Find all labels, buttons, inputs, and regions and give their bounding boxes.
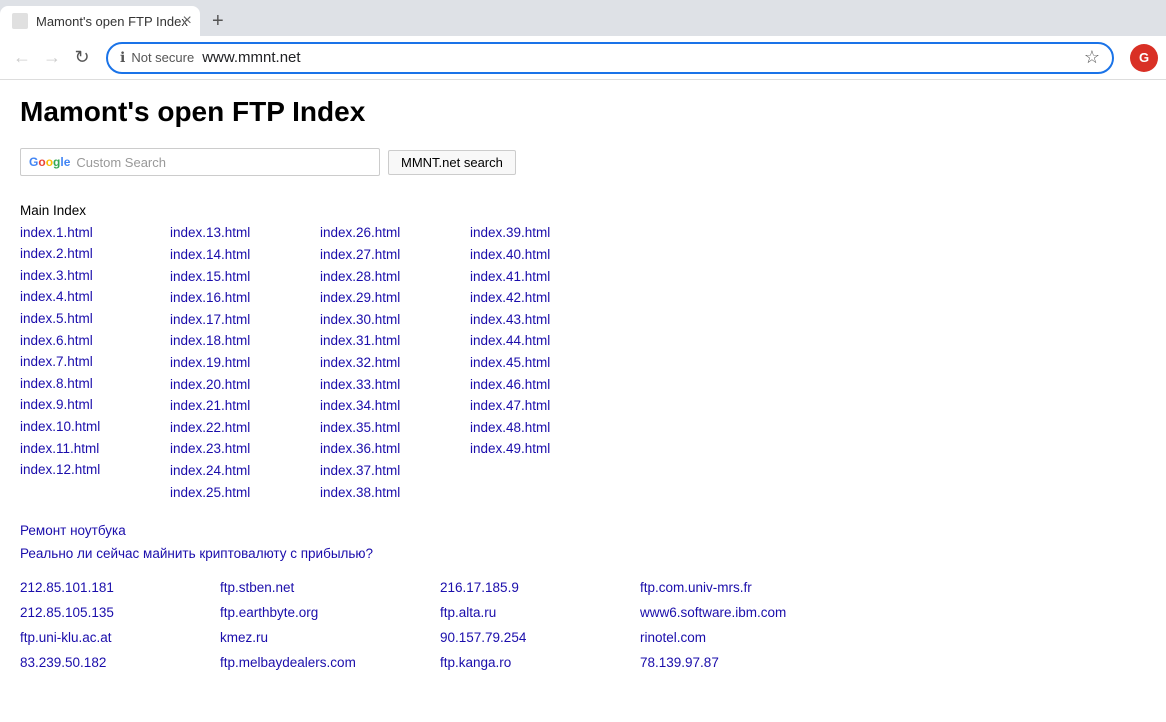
list-item[interactable]: index.2.html — [20, 246, 93, 261]
list-item[interactable]: index.46.html — [470, 377, 550, 392]
address-text: www.mmnt.net — [202, 49, 300, 66]
browser-window: Mamont's open FTP Index × + ← → ↻ ℹ Not … — [0, 0, 1166, 691]
list-item[interactable]: index.44.html — [470, 333, 550, 348]
list-item[interactable]: index.33.html — [320, 377, 400, 392]
list-item[interactable]: index.19.html — [170, 355, 250, 370]
list-item[interactable]: index.9.html — [20, 397, 93, 412]
list-item[interactable]: index.4.html — [20, 289, 93, 304]
list-item[interactable]: index.14.html — [170, 247, 250, 262]
ftp-link[interactable]: ftp.kanga.ro — [440, 652, 640, 675]
index-grid: Main Index index.1.html index.2.html ind… — [20, 200, 1146, 503]
search-button[interactable]: MMNT.net search — [388, 150, 516, 175]
ftp-link[interactable]: www6.software.ibm.com — [640, 602, 920, 625]
nav-bar: ← → ↻ ℹ Not secure www.mmnt.net ☆ G — [0, 36, 1166, 80]
list-item[interactable]: index.37.html — [320, 463, 400, 478]
list-item[interactable]: index.38.html — [320, 485, 400, 500]
list-item[interactable]: index.25.html — [170, 485, 250, 500]
page-title: Mamont's open FTP Index — [20, 96, 1146, 128]
profile-initial: G — [1139, 50, 1149, 65]
forward-button[interactable]: → — [38, 44, 66, 72]
ftp-link[interactable]: ftp.earthbyte.org — [220, 602, 440, 625]
list-item[interactable]: index.21.html — [170, 398, 250, 413]
list-item[interactable]: index.11.html — [20, 441, 99, 456]
list-item[interactable]: index.36.html — [320, 441, 400, 456]
list-item[interactable]: index.16.html — [170, 290, 250, 305]
ftp-link[interactable]: rinotel.com — [640, 627, 920, 650]
list-item[interactable]: index.41.html — [470, 269, 550, 284]
list-item[interactable]: index.23.html — [170, 441, 250, 456]
list-item[interactable]: index.48.html — [470, 420, 550, 435]
new-tab-button[interactable]: + — [204, 7, 232, 35]
list-item[interactable]: index.29.html — [320, 290, 400, 305]
google-logo: Google — [29, 155, 70, 169]
list-item[interactable]: index.26.html — [320, 225, 400, 240]
back-button[interactable]: ← — [8, 44, 36, 72]
list-item[interactable]: index.30.html — [320, 312, 400, 327]
tab-favicon — [12, 13, 28, 29]
list-item[interactable]: index.12.html — [20, 462, 100, 477]
promo-link-1[interactable]: Ремонт ноутбука — [20, 523, 1146, 538]
ftp-link[interactable]: 216.17.185.9 — [440, 577, 640, 600]
ftp-link[interactable]: ftp.melbaydealers.com — [220, 652, 440, 675]
list-item[interactable]: index.18.html — [170, 333, 250, 348]
list-item[interactable]: index.34.html — [320, 398, 400, 413]
list-item[interactable]: index.49.html — [470, 441, 550, 456]
list-item[interactable]: index.27.html — [320, 247, 400, 262]
list-item[interactable]: index.40.html — [470, 247, 550, 262]
list-item[interactable]: index.10.html — [20, 419, 100, 434]
tab-close-button[interactable]: × — [182, 12, 191, 30]
list-item[interactable]: index.31.html — [320, 333, 400, 348]
main-index-label: Main Index — [20, 200, 170, 222]
list-item[interactable]: index.45.html — [470, 355, 550, 370]
list-item[interactable]: index.35.html — [320, 420, 400, 435]
ftp-link[interactable]: 78.139.97.87 — [640, 652, 920, 675]
search-area: Google Custom Search MMNT.net search — [20, 148, 1146, 176]
not-secure-label: Not secure — [131, 50, 194, 65]
list-item[interactable]: index.7.html — [20, 354, 93, 369]
active-tab[interactable]: Mamont's open FTP Index × — [0, 6, 200, 36]
info-icon: ℹ — [120, 49, 125, 66]
list-item[interactable]: index.43.html — [470, 312, 550, 327]
tab-title: Mamont's open FTP Index — [36, 14, 188, 29]
bookmark-icon[interactable]: ☆ — [1084, 47, 1100, 68]
list-item[interactable]: index.17.html — [170, 312, 250, 327]
list-item[interactable]: index.15.html — [170, 269, 250, 284]
search-input[interactable]: Custom Search — [76, 155, 166, 170]
ftp-link[interactable]: ftp.com.univ-mrs.fr — [640, 577, 920, 600]
list-item[interactable]: index.13.html — [170, 225, 250, 240]
ftp-link[interactable]: ftp.uni-klu.ac.at — [20, 627, 220, 650]
ftp-link[interactable]: ftp.stben.net — [220, 577, 440, 600]
ftp-grid: 212.85.101.181 ftp.stben.net 216.17.185.… — [20, 577, 1146, 675]
list-item[interactable]: index.5.html — [20, 311, 93, 326]
list-item[interactable]: index.42.html — [470, 290, 550, 305]
google-search-box[interactable]: Google Custom Search — [20, 148, 380, 176]
list-item[interactable]: index.20.html — [170, 377, 250, 392]
ftp-link[interactable]: ftp.alta.ru — [440, 602, 640, 625]
tab-bar: Mamont's open FTP Index × + — [0, 0, 1166, 36]
list-item[interactable]: index.47.html — [470, 398, 550, 413]
profile-icon[interactable]: G — [1130, 44, 1158, 72]
list-item[interactable]: index.3.html — [20, 268, 93, 283]
list-item[interactable]: index.32.html — [320, 355, 400, 370]
ftp-link[interactable]: kmez.ru — [220, 627, 440, 650]
list-item[interactable]: index.8.html — [20, 376, 93, 391]
address-bar[interactable]: ℹ Not secure www.mmnt.net ☆ — [106, 42, 1114, 74]
list-item[interactable]: index.39.html — [470, 225, 550, 240]
list-item[interactable]: index.22.html — [170, 420, 250, 435]
ftp-link[interactable]: 90.157.79.254 — [440, 627, 640, 650]
ftp-link[interactable]: 212.85.105.135 — [20, 602, 220, 625]
promo-link-2[interactable]: Реально ли сейчас майнить криптовалюту с… — [20, 546, 1146, 561]
reload-button[interactable]: ↻ — [68, 44, 96, 72]
page-content: Mamont's open FTP Index Google Custom Se… — [0, 80, 1166, 691]
list-item[interactable]: index.6.html — [20, 333, 93, 348]
ftp-link[interactable]: 83.239.50.182 — [20, 652, 220, 675]
list-item[interactable]: index.1.html — [20, 225, 93, 240]
list-item[interactable]: index.24.html — [170, 463, 250, 478]
promo-section: Ремонт ноутбука Реально ли сейчас майнит… — [20, 523, 1146, 561]
ftp-link[interactable]: 212.85.101.181 — [20, 577, 220, 600]
list-item[interactable]: index.28.html — [320, 269, 400, 284]
